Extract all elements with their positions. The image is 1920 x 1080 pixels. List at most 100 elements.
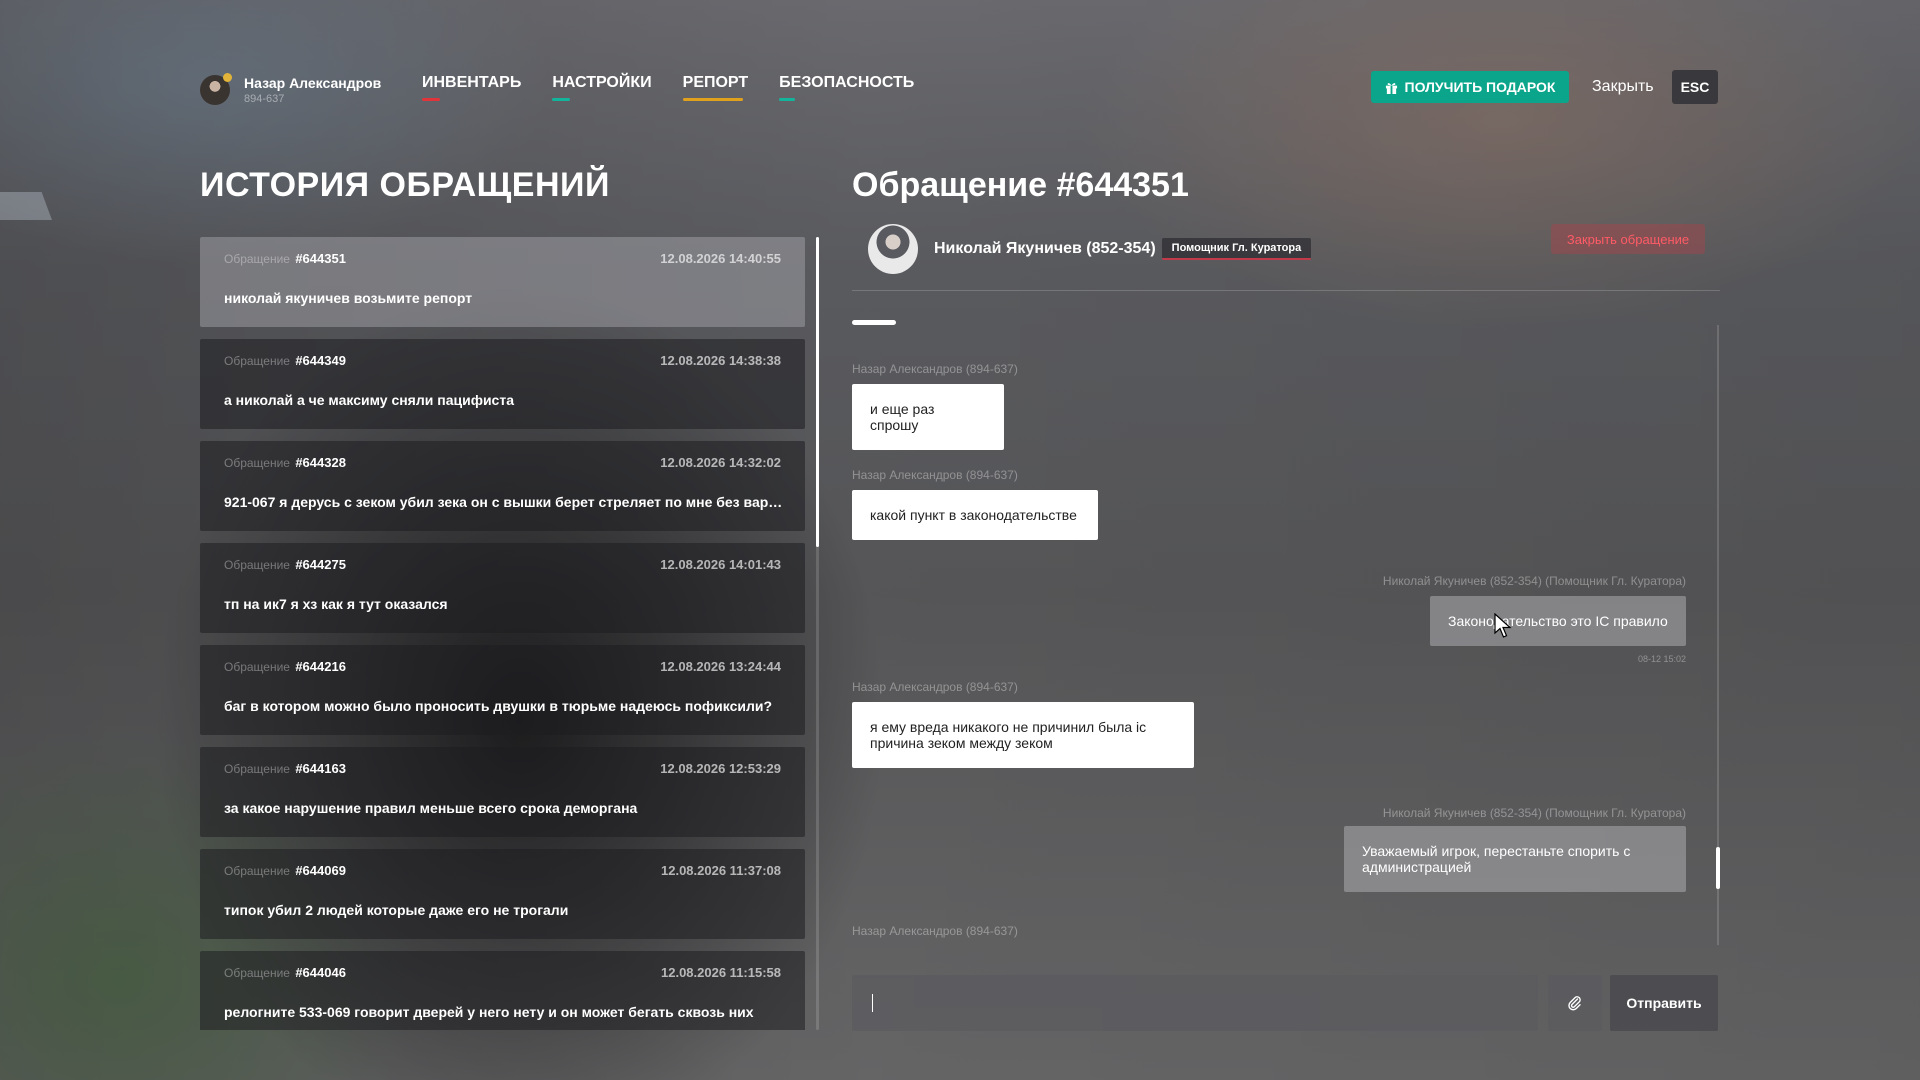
ticket-label: Обращение #644046 [224,965,346,980]
ticket-item[interactable]: Обращение #644349 12.08.2026 14:38:38 а ни… [200,339,805,429]
player-id: 894-637 [244,93,285,105]
ticket-item[interactable]: Обращение #644351 12.08.2026 14:40:55 нико… [200,237,805,327]
nav-item-0[interactable]: ИНВЕНТАРЬ [422,74,521,101]
ticket-label-prefix: Обращение [224,354,290,368]
ticket-item[interactable]: Обращение #644328 12.08.2026 14:32:02 921-… [200,441,805,531]
avatar [200,73,232,105]
ticket-message: за какое нарушение правил меньше всего с… [224,800,638,816]
chat-history: Назар Александров (894-637) и еще раз спр… [852,320,1718,942]
ticket-date: 12.08.2026 14:40:55 [660,251,781,266]
ticket-label-prefix: Обращение [224,252,290,266]
ticket-message: тп на ик7 я хз как я тут оказался [224,596,448,612]
message-author: Назар Александров (894-637) [852,680,1018,694]
nav-item-label: НАСТРОЙКИ [552,74,652,91]
message-input-wrapper [852,975,1538,1031]
ticket-number: #644046 [295,965,346,980]
attach-button[interactable] [1548,975,1602,1031]
ticket-date: 12.08.2026 14:32:02 [660,455,781,470]
ticket-label: Обращение #644328 [224,455,346,470]
esc-button[interactable]: ESC [1672,70,1718,104]
ticket-message: 921-067 я дерусь с зеком убил зека он с … [224,494,784,510]
nav-underline [552,98,571,101]
message-bubble: я ему вреда никакого не причинил была ic… [852,702,1194,768]
history-title: ИСТОРИЯ ОБРАЩЕНИЙ [200,166,610,204]
ticket-label-prefix: Обращение [224,966,290,980]
ticket-message: баг в котором можно было проносить двушк… [224,698,773,714]
ticket-item[interactable]: Обращение #644163 12.08.2026 12:53:29 за к… [200,747,805,837]
divider [852,290,1720,291]
agent-role-badge: Помощник Гл. Куратора [1161,238,1312,260]
ticket-number: #644216 [295,659,346,674]
nav-underline [422,98,440,101]
chat-loader [852,320,896,325]
ticket-date: 12.08.2026 11:37:08 [661,863,781,878]
agent-avatar [868,224,918,274]
ticket-number: #644069 [295,863,346,878]
ticket-message: николай якуничев возьмите репорт [224,290,473,306]
ticket-message: а николай а че максиму сняли пацифиста [224,392,514,408]
ticket-label: Обращение #644275 [224,557,346,572]
ticket-label: Обращение #644069 [224,863,346,878]
send-button[interactable]: Отправить [1610,975,1718,1031]
ticket-item[interactable]: Обращение #644046 12.08.2026 11:15:58 рело… [200,951,805,1030]
ticket-number: #644328 [295,455,346,470]
ticket-date: 12.08.2026 13:24:44 [660,659,781,674]
ticket-date: 12.08.2026 11:15:58 [661,965,781,980]
ticket-label: Обращение #644349 [224,353,346,368]
ticket-label-prefix: Обращение [224,762,290,776]
ticket-item[interactable]: Обращение #644069 12.08.2026 11:37:08 типо… [200,849,805,939]
message-bubble: и еще раз спрошу [852,384,1004,450]
input-caret [872,994,873,1012]
nav-underline [779,98,796,101]
ticket-number: #644349 [295,353,346,368]
paperclip-icon [1568,996,1581,1011]
chat-scrollbar[interactable] [1716,847,1720,889]
ticket-label-prefix: Обращение [224,864,290,878]
ticket-label: Обращение #644163 [224,761,346,776]
nav-item-label: ИНВЕНТАРЬ [422,74,522,91]
ticket-date: 12.08.2026 14:01:43 [660,557,781,572]
message-input[interactable] [852,975,1538,1031]
close-ticket-button[interactable]: Закрыть обращение [1551,224,1705,254]
player-profile: Назар Александров 894-637 [200,73,382,105]
ticket-date: 12.08.2026 14:38:38 [660,353,781,368]
nav-item-3[interactable]: БЕЗОПАСНОСТЬ [779,74,914,101]
ticket-message: релогните 533-069 говорит дверей у него … [224,1004,754,1020]
message-author: Назар Александров (894-637) [852,362,1018,376]
nav-item-label: БЕЗОПАСНОСТЬ [779,74,915,91]
agent-name: Николай Якуничев (852-354) [934,240,1156,257]
nav-item-2[interactable]: РЕПОРТ [682,74,749,101]
message-time: 08-12 15:02 [1637,654,1686,664]
ticket-number: #644163 [295,761,346,776]
main-nav: ИНВЕНТАРЬ НАСТРОЙКИ РЕПОРТ БЕЗОПАСНОСТЬ [422,74,914,101]
message-author: Назар Александров (894-637) [852,924,1018,938]
ticket-list: Обращение #644351 12.08.2026 14:40:55 нико… [200,237,805,1030]
nav-item-1[interactable]: НАСТРОЙКИ [552,74,652,101]
ticket-number: #644351 [295,251,346,266]
list-scrollbar[interactable] [816,237,819,547]
message-bubble: Законодательство это IC правило [1430,596,1686,646]
ticket-label: Обращение #644216 [224,659,346,674]
ticket-number: #644275 [295,557,346,572]
ticket-label-prefix: Обращение [224,660,290,674]
get-gift-button[interactable]: ПОЛУЧИТЬ ПОДАРОК [1371,71,1569,103]
ticket-label: Обращение #644351 [224,251,346,266]
nav-item-label: РЕПОРТ [682,74,749,91]
ticket-item[interactable]: Обращение #644216 12.08.2026 13:24:44 баг … [200,645,805,735]
ticket-message: типок убил 2 людей которые даже его не т… [224,902,569,918]
ticket-item[interactable]: Обращение #644275 12.08.2026 14:01:43 тп н… [200,543,805,633]
message-bubble: Уважаемый игрок, перестаньте спорить с а… [1344,826,1686,892]
ticket-date: 12.08.2026 12:53:29 [660,761,781,776]
ticket-label-prefix: Обращение [224,558,290,572]
ticket-label-prefix: Обращение [224,456,290,470]
assigned-agent: Николай Якуничев (852-354) Помощник Гл. … [868,224,1312,274]
message-author: Николай Якуничев (852-354) (Помощник Гл.… [1382,806,1686,820]
ticket-title: Обращение #644351 [852,166,1189,204]
nav-underline [682,98,743,101]
get-gift-label: ПОЛУЧИТЬ ПОДАРОК [1404,79,1556,95]
player-name: Назар Александров [244,75,382,91]
gift-icon [1385,82,1397,94]
message-bubble: какой пункт в законодательстве [852,490,1098,540]
message-author: Назар Александров (894-637) [852,468,1018,482]
close-button[interactable]: Закрыть [1592,78,1654,96]
